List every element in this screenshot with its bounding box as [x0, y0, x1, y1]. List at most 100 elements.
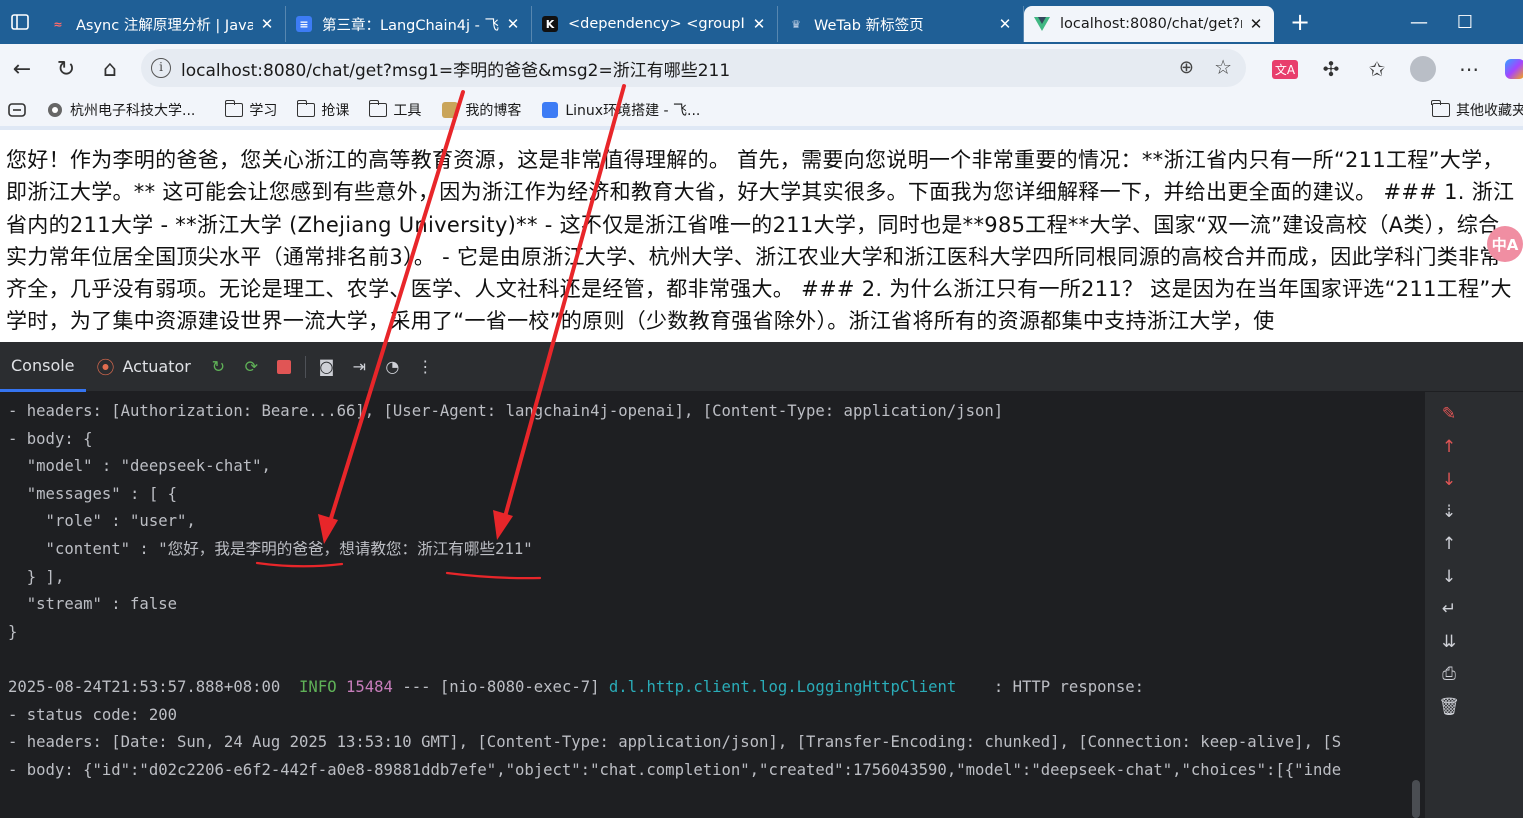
tab-console[interactable]: Console — [0, 341, 86, 392]
close-icon[interactable]: ✕ — [1248, 15, 1264, 33]
close-icon[interactable]: ✕ — [505, 15, 521, 33]
chat-response-text: 您好！作为李明的爸爸，您关心浙江的高等教育资源，这是非常值得理解的。 首先，需要… — [6, 148, 1515, 334]
red-fish-icon: ≈ — [53, 17, 63, 31]
next-occurrence-icon[interactable]: ↓ — [1435, 466, 1463, 494]
log-level: INFO — [299, 677, 337, 696]
tab-localhost-chat[interactable]: localhost:8080/chat/get?m ✕ — [1024, 6, 1274, 42]
bookmark-folder-course[interactable]: 抢课 — [296, 100, 349, 120]
ide-tool-window-bar: Console ⦿ Actuator ↻ ⟳ ◙ ⇥ ◔ ⋮ — [0, 341, 1523, 392]
scroll-down-icon[interactable]: ↓ — [1435, 563, 1463, 591]
bookmarks-bar: 杭州电子科技大学... 学习 抢课 工具 我的博客 Linux环境搭建 - 飞.… — [0, 94, 1523, 126]
site-info-icon[interactable]: i — [151, 58, 171, 78]
doc-icon: ≡ — [296, 16, 312, 32]
exit-icon[interactable]: ⇥ — [343, 342, 376, 392]
reload-icon[interactable]: ↻ — [44, 49, 88, 89]
console-scrollbar[interactable] — [1412, 780, 1420, 818]
folder-icon — [1431, 100, 1450, 118]
profile-avatar-icon[interactable] — [1400, 56, 1446, 82]
log-thread: --- [nio-8080-exec-7] — [402, 677, 600, 696]
trash-icon[interactable]: 🗑 — [1435, 693, 1463, 721]
log-logger[interactable]: d.l.http.client.log.LoggingHttpClient — [609, 678, 956, 696]
bookmark-linux-setup[interactable]: Linux环境搭建 - 飞... — [541, 100, 700, 120]
bookmark-hdu[interactable]: 杭州电子科技大学... — [46, 100, 195, 120]
page-content: 您好！作为李明的爸爸，您关心浙江的高等教育资源，这是非常值得理解的。 首先，需要… — [0, 130, 1523, 342]
folder-icon — [224, 100, 244, 118]
bookmark-pane-icon[interactable] — [8, 103, 26, 117]
console-line: } — [8, 622, 18, 641]
close-icon[interactable]: ✕ — [997, 15, 1013, 33]
maximize-icon[interactable]: ☐ — [1442, 0, 1488, 44]
tab-actions-icon[interactable] — [0, 0, 40, 44]
console-line: "role" : "user", — [8, 512, 196, 531]
tab-async-annotation[interactable]: ≈ Async 注解原理分析 | Java ✕ — [40, 6, 286, 42]
k-icon: K — [542, 16, 558, 32]
back-icon[interactable]: ← — [0, 49, 44, 89]
folder-icon — [368, 100, 388, 118]
bookmark-folder-tools[interactable]: 工具 — [368, 100, 421, 120]
address-bar[interactable]: i localhost:8080/chat/get?msg1=李明的爸爸&msg… — [141, 49, 1246, 87]
console-text: - headers: [Authorization: Beare...66], … — [0, 392, 1424, 784]
log-timestamp: 2025-08-24T21:53:57.888+08:00 — [8, 677, 281, 696]
console-line: "messages" : [ { — [8, 484, 177, 503]
console-line: - status code: 200 — [8, 705, 177, 724]
crown-icon: ♛ — [791, 17, 801, 31]
extensions-icon[interactable]: ✣ — [1308, 57, 1354, 81]
tab-dependency[interactable]: K <dependency> <groupId ✕ — [532, 6, 778, 42]
close-icon[interactable]: ✕ — [751, 15, 767, 33]
tab-bar: ≈ Async 注解原理分析 | Java ✕ ≡ 第三章：LangChain4… — [0, 0, 1523, 44]
clear-console-icon[interactable]: ✎ — [1435, 400, 1463, 428]
camera-icon[interactable]: ◙ — [310, 342, 343, 392]
divider — [304, 355, 306, 378]
close-icon[interactable]: ✕ — [259, 15, 275, 33]
console-line: - body: { — [8, 429, 93, 448]
folder-icon — [296, 100, 316, 118]
console-line: - headers: [Authorization: Beare...66], … — [8, 402, 1004, 420]
vue-icon — [1034, 16, 1050, 32]
bookmark-my-blog[interactable]: 我的博客 — [441, 100, 521, 120]
favorites-icon[interactable]: ✩ — [1354, 57, 1400, 81]
bookmark-folder-study[interactable]: 学习 — [224, 100, 277, 120]
navigation-toolbar: ← ↻ ⌂ i localhost:8080/chat/get?msg1=李明的… — [0, 44, 1523, 94]
tab-wetab[interactable]: ♛ WeTab 新标签页 ✕ — [778, 6, 1024, 42]
rerun-icon[interactable]: ↻ — [202, 342, 235, 392]
more-options-icon[interactable]: ⋮ — [409, 342, 442, 392]
console-line: } ], — [8, 567, 65, 586]
new-tab-button[interactable]: + — [1282, 8, 1318, 36]
blog-icon — [441, 102, 459, 118]
console-line: "content" : "您好，我是李明的爸爸，想请教您：浙江有哪些211" — [8, 539, 533, 558]
more-menu-icon[interactable]: ⋯ — [1446, 57, 1492, 81]
console-side-toolbar: ✎ ↑ ↓ ⇣ ↑ ↓ ↵ ⇊ ⎙ 🗑 — [1424, 392, 1523, 818]
soft-wrap-icon[interactable]: ↵ — [1435, 595, 1463, 623]
favorite-star-icon[interactable]: ☆ — [1214, 55, 1232, 79]
log-pid: 15484 — [346, 677, 393, 696]
scroll-to-end-icon[interactable]: ⇊ — [1435, 628, 1463, 656]
scroll-up-icon[interactable]: ↑ — [1435, 530, 1463, 558]
globe-icon — [46, 102, 64, 118]
url-text: localhost:8080/chat/get?msg1=李明的爸爸&msg2=… — [181, 60, 731, 81]
zoom-icon[interactable]: ⊕ — [1179, 57, 1194, 78]
bookmark-other-favorites[interactable]: 其他收藏夹 — [1431, 100, 1523, 120]
log-message: : HTTP response: — [965, 677, 1145, 696]
copilot-icon[interactable] — [1492, 59, 1523, 79]
extension-toolbar: 文A ✣ ✩ ⋯ — [1262, 44, 1523, 94]
previous-occurrence-icon[interactable]: ↑ — [1435, 433, 1463, 461]
browser-chrome: ≈ Async 注解原理分析 | Java ✕ ≡ 第三章：LangChain4… — [0, 0, 1523, 130]
console-line: "model" : "deepseek-chat", — [8, 457, 271, 476]
console-output[interactable]: - headers: [Authorization: Beare...66], … — [0, 392, 1424, 818]
sort-icon[interactable]: ⇣ — [1435, 498, 1463, 526]
console-line: - headers: [Date: Sun, 24 Aug 2025 13:53… — [8, 733, 1342, 752]
gauge-icon[interactable]: ◔ — [376, 342, 409, 392]
restart-icon[interactable]: ⟳ — [235, 342, 268, 392]
tab-actuator[interactable]: ⦿ Actuator — [86, 342, 202, 392]
translate-extension-icon[interactable]: 文A — [1262, 59, 1308, 79]
console-line: - body: {"id":"d02c2206-e6f2-442f-a0e8-8… — [8, 760, 1342, 779]
print-icon[interactable]: ⎙ — [1435, 660, 1463, 688]
translate-float-button[interactable]: 中A — [1487, 226, 1523, 262]
stop-icon[interactable] — [268, 342, 301, 392]
console-line: "stream" : false — [8, 595, 177, 614]
home-icon[interactable]: ⌂ — [88, 49, 132, 89]
minimize-icon[interactable]: — — [1396, 0, 1442, 44]
feishu-icon — [541, 102, 559, 118]
tab-langchain4j[interactable]: ≡ 第三章：LangChain4j - 飞 ✕ — [286, 6, 532, 42]
actuator-icon: ⦿ — [96, 357, 115, 379]
